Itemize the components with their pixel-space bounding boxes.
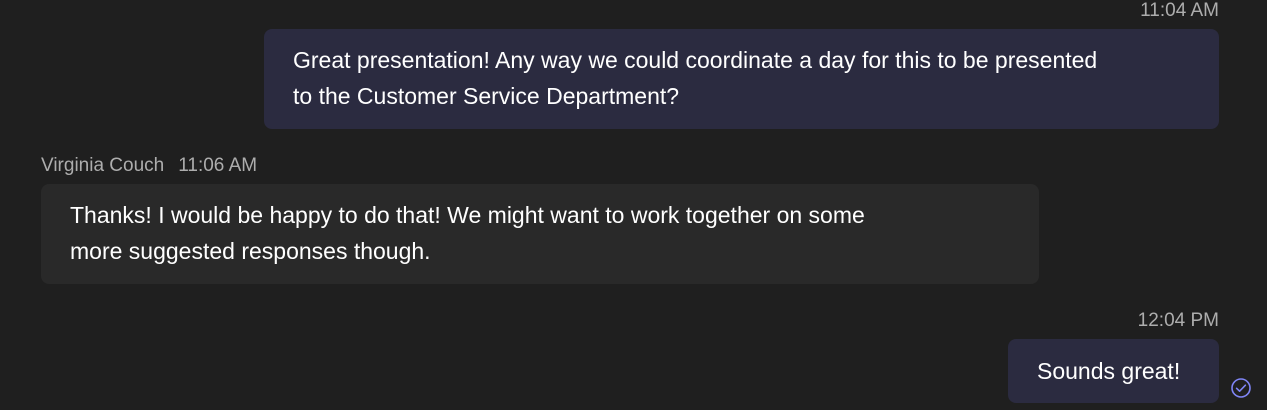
- chat-message-list: 11:04 AM Great presentation! Any way we …: [0, 0, 1267, 410]
- message-timestamp: 12:04 PM: [1137, 310, 1219, 331]
- message-text: Thanks! I would be happy to do that! We …: [70, 202, 865, 228]
- check-circle-icon: [1231, 378, 1251, 398]
- message-text: more suggested responses though.: [70, 238, 431, 264]
- message-text: Great presentation! Any way we could coo…: [293, 47, 1098, 73]
- message-text: to the Customer Service Department?: [293, 83, 680, 109]
- message-bubble-incoming[interactable]: Thanks! I would be happy to do that! We …: [41, 184, 1039, 284]
- sender-name[interactable]: Virginia Couch: [41, 155, 164, 176]
- message-text: Sounds great!: [1037, 358, 1181, 384]
- message-timestamp: 11:06 AM: [178, 155, 258, 176]
- message-timestamp: 11:04 AM: [1140, 0, 1219, 21]
- message-bubble-outgoing[interactable]: Sounds great!: [1008, 339, 1219, 403]
- message-header: Virginia Couch 11:06 AM: [41, 154, 257, 178]
- message-bubble-outgoing[interactable]: Great presentation! Any way we could coo…: [264, 29, 1219, 129]
